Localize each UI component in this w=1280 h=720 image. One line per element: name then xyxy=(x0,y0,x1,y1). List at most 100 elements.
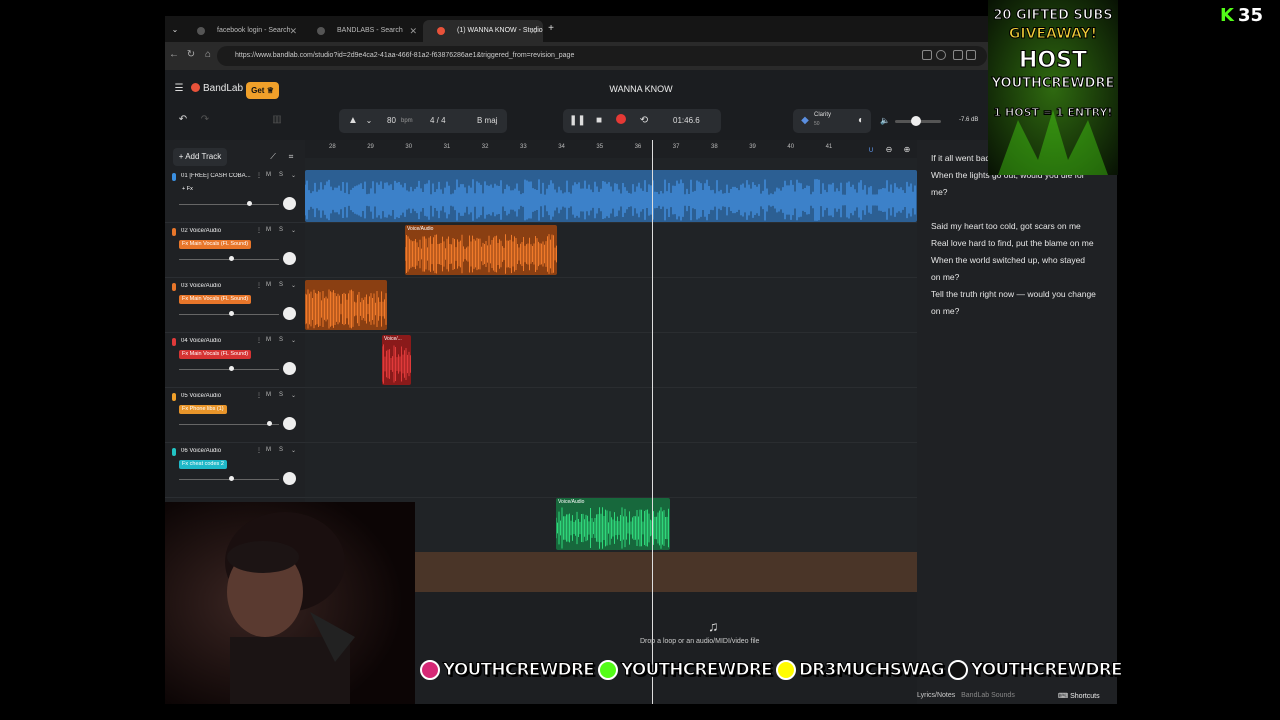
close-tab-icon[interactable]: ✕ xyxy=(409,20,417,42)
mic-icon[interactable] xyxy=(172,228,176,236)
track-header[interactable]: 06 Voice/Audio ⋮ M S ⌄ Fx cheat codes 2 xyxy=(165,443,305,498)
pause-icon[interactable]: ❚❚ xyxy=(569,113,586,129)
audio-region[interactable] xyxy=(305,280,387,330)
back-arrow-icon[interactable]: ← xyxy=(167,49,181,60)
track-volume-knob[interactable] xyxy=(267,421,272,426)
track-header[interactable]: 04 Voice/Audio ⋮ M S ⌄ Fx Main Vocals (FL Sou… xyxy=(165,333,305,388)
tempo-value[interactable]: 80 xyxy=(387,116,396,125)
audio-region[interactable]: Voice/Audio xyxy=(405,225,557,275)
track-name[interactable]: 01 [FREE] CASH COBA... xyxy=(181,173,251,179)
close-tab-icon[interactable]: ✕ xyxy=(529,20,537,42)
volume-icon[interactable]: 🔈 xyxy=(877,113,893,129)
mute-button[interactable]: M xyxy=(266,227,271,233)
bookmark-star-icon[interactable] xyxy=(953,50,963,60)
track-chevron-icon[interactable]: ⌄ xyxy=(291,337,296,344)
track-volume-knob[interactable] xyxy=(229,476,234,481)
solo-button[interactable]: S xyxy=(279,282,283,288)
zoom-out-icon[interactable]: ⊖ xyxy=(881,142,897,158)
track-chevron-icon[interactable]: ⌄ xyxy=(291,227,296,234)
timeline-ruler[interactable]: 28 29 30 31 32 33 34 35 36 37 38 39 40 41 xyxy=(305,140,917,158)
metronome-icon[interactable]: ▲ xyxy=(345,113,361,129)
mute-button[interactable]: M xyxy=(266,172,271,178)
mute-button[interactable]: M xyxy=(266,337,271,343)
track-volume-slider[interactable] xyxy=(179,424,279,425)
track-options-icon[interactable]: ⋮ xyxy=(256,447,262,454)
master-volume-knob[interactable] xyxy=(911,116,921,126)
fx-preset-chip[interactable]: Fx Main Vocals (FL Sound) xyxy=(179,295,252,304)
zoom-in-icon[interactable]: ⊕ xyxy=(899,142,915,158)
fx-preset-chip[interactable]: + Fx xyxy=(179,185,196,194)
pan-knob[interactable] xyxy=(283,362,296,375)
tuning-fork-icon[interactable]: ⟋ xyxy=(265,149,281,165)
fx-preset-chip[interactable]: Fx Phone libs (1) xyxy=(179,405,227,414)
loop-icon[interactable]: ⟲ xyxy=(636,113,652,129)
mute-button[interactable]: M xyxy=(266,392,271,398)
zoom-icon[interactable] xyxy=(936,50,946,60)
tab-bandlabs-search[interactable]: BANDLABS - Search ✕ xyxy=(303,20,423,42)
track-lane[interactable] xyxy=(305,388,917,443)
auto-pitch-icon[interactable]: ⌗ xyxy=(283,149,299,165)
reload-icon[interactable]: ↻ xyxy=(184,49,198,60)
solo-button[interactable]: S xyxy=(279,227,283,233)
tab-wanna-know-studio[interactable]: (1) WANNA KNOW - Studio ✕ xyxy=(423,20,543,42)
stop-icon[interactable]: ■ xyxy=(591,113,607,129)
track-volume-knob[interactable] xyxy=(229,366,234,371)
fx-preset-chip[interactable]: Fx Main Vocals (FL Sound) xyxy=(179,240,252,249)
mic-icon[interactable] xyxy=(966,50,976,60)
extension-icon[interactable] xyxy=(922,50,932,60)
pan-knob[interactable] xyxy=(283,307,296,320)
track-name[interactable]: 04 Voice/Audio xyxy=(181,338,251,344)
track-volume-slider[interactable] xyxy=(179,204,279,205)
new-tab-plus-icon[interactable]: + xyxy=(543,21,559,37)
mute-button[interactable]: M xyxy=(266,447,271,453)
master-volume-slider[interactable] xyxy=(895,116,941,126)
key-signature[interactable]: B maj xyxy=(477,116,497,125)
pan-knob[interactable] xyxy=(283,197,296,210)
audio-region[interactable] xyxy=(305,170,917,222)
solo-button[interactable]: S xyxy=(279,447,283,453)
mic-icon[interactable] xyxy=(172,448,176,456)
clarity-toggle-icon[interactable]: ◐ xyxy=(853,113,869,129)
track-name[interactable]: 06 Voice/Audio xyxy=(181,448,251,454)
track-chevron-icon[interactable]: ⌄ xyxy=(291,392,296,399)
solo-button[interactable]: S xyxy=(279,337,283,343)
solo-button[interactable]: S xyxy=(279,392,283,398)
track-name[interactable]: 02 Voice/Audio xyxy=(181,228,251,234)
project-title[interactable]: WANNA KNOW xyxy=(165,84,1117,94)
mic-icon[interactable] xyxy=(172,283,176,291)
mute-button[interactable]: M xyxy=(266,282,271,288)
track-chevron-icon[interactable]: ⌄ xyxy=(291,282,296,289)
snap-magnet-icon[interactable]: ∪ xyxy=(863,142,879,158)
piano-keys-icon[interactable]: ▥ xyxy=(269,112,285,128)
track-header[interactable]: 03 Voice/Audio ⋮ M S ⌄ Fx Main Vocals (FL Sou… xyxy=(165,278,305,333)
time-signature[interactable]: 4 / 4 xyxy=(430,116,446,125)
mic-icon[interactable] xyxy=(172,393,176,401)
mic-icon[interactable] xyxy=(172,338,176,346)
metronome-chevron-icon[interactable]: ⌄ xyxy=(361,113,377,129)
track-lane[interactable] xyxy=(305,443,917,498)
add-track-button[interactable]: + Add Track xyxy=(173,148,227,166)
undo-icon[interactable]: ↶ xyxy=(175,112,191,128)
lyrics-panel[interactable]: If it all went bad, would you lie for me… xyxy=(917,140,1117,704)
track-volume-knob[interactable] xyxy=(247,201,252,206)
pan-knob[interactable] xyxy=(283,472,296,485)
track-options-icon[interactable]: ⋮ xyxy=(256,392,262,399)
record-icon[interactable] xyxy=(613,113,629,129)
track-header[interactable]: 02 Voice/Audio ⋮ M S ⌄ Fx Main Vocals (FL Sou… xyxy=(165,223,305,278)
tab-facebook-login[interactable]: facebook login - Search ✕ xyxy=(183,20,303,42)
fx-preset-chip[interactable]: Fx Main Vocals (FL Sound) xyxy=(179,350,252,359)
track-options-icon[interactable]: ⋮ xyxy=(256,337,262,344)
mic-icon[interactable] xyxy=(172,173,176,181)
track-chevron-icon[interactable]: ⌄ xyxy=(291,447,296,454)
lyrics-notes-tab[interactable]: Lyrics/Notes BandLab Sounds xyxy=(917,692,1015,699)
home-icon[interactable]: ⌂ xyxy=(201,49,215,60)
track-lane[interactable] xyxy=(305,278,917,333)
shortcuts-button[interactable]: ⌨ Shortcuts xyxy=(1058,692,1100,700)
track-volume-knob[interactable] xyxy=(229,311,234,316)
audio-region[interactable]: Voice/... xyxy=(382,335,411,385)
playhead[interactable] xyxy=(652,140,653,704)
track-options-icon[interactable]: ⋮ xyxy=(256,172,262,179)
solo-button[interactable]: S xyxy=(279,172,283,178)
track-volume-knob[interactable] xyxy=(229,256,234,261)
pan-knob[interactable] xyxy=(283,252,296,265)
